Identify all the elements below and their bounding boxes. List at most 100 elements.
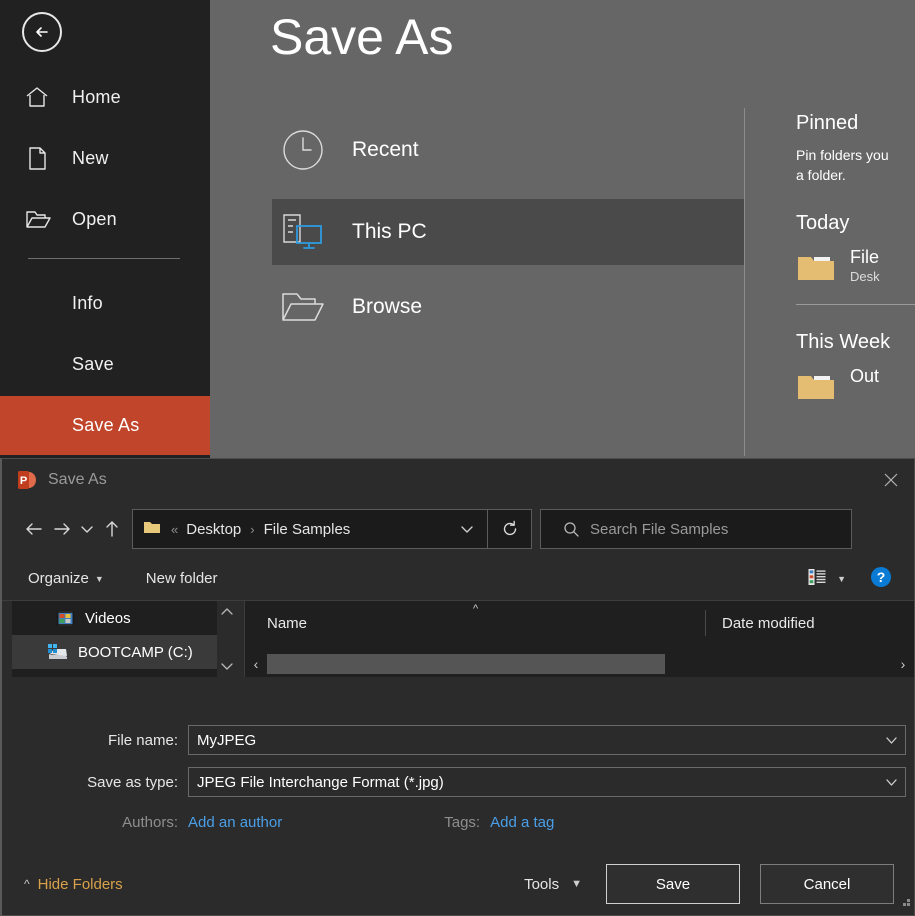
tree-item-bootcamp[interactable]: BOOTCAMP (C:) — [12, 635, 217, 669]
scroll-left-icon[interactable]: ‹ — [245, 656, 267, 672]
dialog-footer: ^ Hide Folders Tools ▼ Save Cancel — [2, 853, 914, 915]
tools-label: Tools — [524, 875, 560, 893]
chevron-down-icon: ▼ — [571, 878, 582, 890]
powerpoint-icon: P — [16, 469, 38, 491]
place-label: Recent — [352, 138, 419, 161]
save-as-type-dropdown-button[interactable] — [877, 776, 905, 789]
nav-back-button[interactable] — [20, 514, 48, 544]
file-browser-area: Videos BOOTCAMP (C:) Name ^ Date modifie… — [2, 601, 914, 709]
sidebar-item-save[interactable]: Save — [0, 340, 210, 388]
dialog-title-bar[interactable]: P Save As — [2, 459, 914, 501]
page-title: Save As — [270, 9, 454, 65]
address-dropdown-button[interactable] — [447, 510, 487, 548]
place-label: Browse — [352, 295, 423, 318]
nav-divider — [28, 258, 180, 259]
sidebar-item-save-as[interactable]: Save As — [0, 396, 210, 455]
add-tag-link[interactable]: Add a tag — [490, 814, 554, 831]
new-folder-label: New folder — [145, 570, 218, 587]
sidebar-item-info[interactable]: Info — [0, 279, 210, 327]
scroll-up-icon[interactable] — [217, 601, 237, 623]
drive-icon — [46, 643, 68, 661]
this-week-heading: This Week — [796, 330, 891, 353]
recent-locations-button[interactable] — [76, 514, 98, 544]
dialog-toolbar: Organize ▼ New folder ▼ ? — [2, 557, 914, 601]
breadcrumb-desktop[interactable]: Desktop — [186, 521, 241, 538]
recent-folder-item[interactable]: Out — [796, 366, 915, 407]
today-heading: Today — [796, 211, 850, 234]
search-placeholder: Search File Samples — [590, 520, 729, 538]
clock-icon — [272, 127, 334, 173]
resize-grip[interactable] — [899, 894, 911, 912]
sidebar-item-new[interactable]: New — [0, 134, 210, 182]
column-label: Date modified — [722, 614, 815, 632]
hide-folders-label: Hide Folders — [37, 875, 123, 893]
pinned-description: Pin folders you a folder. — [796, 147, 889, 184]
dialog-navigation-bar: « Desktop › File Samples Search File Sam… — [2, 501, 914, 557]
help-button[interactable]: ? — [870, 557, 892, 600]
arrow-up-icon — [106, 521, 118, 537]
save-as-type-select[interactable]: JPEG File Interchange Format (*.jpg) — [188, 767, 906, 797]
place-this-pc[interactable]: This PC — [272, 199, 744, 265]
new-folder-button[interactable]: New folder — [146, 557, 218, 600]
organize-button[interactable]: Organize ▼ — [28, 557, 104, 600]
scrollbar-thumb[interactable] — [267, 654, 665, 674]
sidebar-item-home[interactable]: Home — [0, 73, 210, 121]
column-header-name[interactable]: Name ^ — [245, 601, 705, 645]
navigation-pane-scrollbar[interactable] — [217, 601, 237, 677]
breadcrumb-file-samples[interactable]: File Samples — [264, 521, 351, 538]
tree-item-label: BOOTCAMP (C:) — [78, 643, 193, 661]
address-bar[interactable]: « Desktop › File Samples — [132, 509, 488, 549]
tree-item-label: Videos — [85, 609, 131, 627]
breadcrumb-separator-icon[interactable]: › — [250, 522, 254, 537]
column-header-date-modified[interactable]: Date modified — [705, 610, 815, 636]
home-icon — [24, 84, 64, 110]
place-browse[interactable]: Browse — [272, 274, 744, 340]
place-label: This PC — [352, 220, 427, 243]
folder-icon — [796, 370, 836, 407]
file-list-horizontal-scrollbar[interactable]: ‹ › — [245, 651, 914, 677]
save-as-type-row: Save as type: JPEG File Interchange Form… — [2, 765, 914, 799]
save-as-type-label: Save as type: — [87, 773, 178, 791]
folder-open-icon — [272, 287, 334, 327]
recent-folder-path: Desk — [850, 268, 880, 284]
nav-forward-button[interactable] — [48, 514, 76, 544]
scroll-down-icon[interactable] — [217, 655, 237, 677]
chevron-down-icon — [461, 526, 473, 533]
nav-up-button[interactable] — [98, 514, 126, 544]
folder-icon — [796, 251, 836, 288]
close-button[interactable] — [868, 459, 914, 501]
chevron-down-icon: ▼ — [94, 573, 104, 584]
recent-folder-item[interactable]: File Desk — [796, 247, 915, 288]
navigation-pane: Videos BOOTCAMP (C:) — [12, 601, 217, 677]
view-caret-icon: ▼ — [837, 573, 846, 584]
tree-item-videos[interactable]: Videos — [12, 601, 217, 635]
pinned-heading: Pinned — [796, 112, 859, 134]
save-button[interactable]: Save — [606, 864, 740, 904]
sort-ascending-icon: ^ — [473, 603, 479, 615]
place-recent[interactable]: Recent — [272, 117, 744, 183]
sidebar-item-open[interactable]: Open — [0, 195, 210, 243]
arrow-left-icon — [26, 523, 42, 535]
save-as-dialog: P Save As « Desktop › File Samples Searc… — [0, 458, 915, 916]
view-options-button[interactable]: ▼ — [807, 557, 846, 600]
sidebar-item-label: Info — [72, 292, 103, 313]
organize-label: Organize — [28, 570, 89, 587]
search-input[interactable]: Search File Samples — [540, 509, 852, 549]
cancel-button[interactable]: Cancel — [760, 864, 894, 904]
section-divider — [796, 303, 915, 305]
refresh-button[interactable] — [488, 509, 532, 549]
open-folder-icon — [24, 206, 64, 232]
chevron-up-icon: ^ — [24, 877, 30, 891]
add-author-link[interactable]: Add an author — [188, 814, 282, 831]
path-overflow-icon[interactable]: « — [171, 522, 178, 537]
chevron-down-icon — [81, 526, 93, 533]
tools-button[interactable]: Tools ▼ — [524, 876, 582, 893]
close-icon — [884, 473, 898, 487]
help-icon: ? — [870, 566, 892, 592]
file-name-label: File name: — [107, 731, 178, 749]
back-button[interactable] — [22, 12, 62, 52]
hide-folders-button[interactable]: ^ Hide Folders — [24, 876, 123, 893]
file-name-dropdown-button[interactable] — [877, 734, 905, 747]
file-name-input[interactable]: MyJPEG — [188, 725, 906, 755]
scroll-right-icon[interactable]: › — [892, 656, 914, 672]
